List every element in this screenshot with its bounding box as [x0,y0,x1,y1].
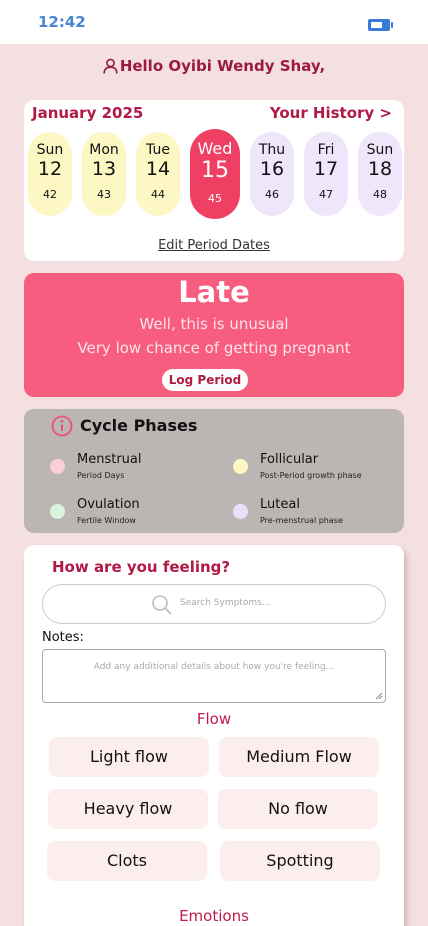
calendar-card: January 2025 Your History > Sun 12 42 Mo… [24,100,404,261]
symptom-search-input[interactable]: Search Symptoms... [42,584,386,624]
calendar-day[interactable]: Mon 13 43 [82,132,126,216]
cycle-day: 45 [208,192,222,205]
calendar-day[interactable]: Tue 14 44 [136,132,180,216]
cycle-day: 46 [265,188,279,201]
day-date: 15 [201,158,229,183]
status-bar: 12:42 [0,0,428,44]
calendar-day[interactable]: Sun 18 48 [358,132,402,216]
period-status-card: Late Well, this is unusual Very low chan… [24,273,404,397]
phase-description: Period Days [77,471,125,480]
phase-color-dot [233,504,248,519]
calendar-day[interactable]: Thu 16 46 [250,132,294,216]
log-period-button[interactable]: Log Period [162,369,248,391]
feelings-card: How are you feeling? Search Symptoms... … [24,545,404,926]
day-date: 16 [259,158,285,180]
cycle-day: 48 [373,188,387,201]
resize-handle-icon[interactable] [375,692,383,700]
cycle-day: 47 [319,188,333,201]
day-date: 12 [37,158,63,180]
notes-label: Notes: [42,630,84,645]
flow-option-none[interactable]: No flow [218,789,378,829]
edit-period-dates-link[interactable]: Edit Period Dates [24,238,404,253]
info-icon[interactable] [51,415,73,437]
day-date: 18 [367,158,393,180]
cycle-day: 44 [151,188,165,201]
cycle-day: 43 [97,188,111,201]
phase-description: Pre-menstrual phase [260,516,343,525]
flow-option-medium[interactable]: Medium Flow [219,737,379,777]
user-icon [103,58,118,74]
greeting: Hello Oyibi Wendy Shay, [0,57,428,75]
flow-option-light[interactable]: Light flow [49,737,209,777]
emotions-section-label: Emotions [179,907,249,925]
calendar-day-selected[interactable]: Wed 15 45 [190,129,240,219]
phase-name: Follicular [260,452,319,467]
notes-placeholder: Add any additional details about how you… [93,662,335,672]
day-date: 13 [91,158,117,180]
day-name: Fri [317,142,335,158]
day-name: Wed [197,139,233,158]
phase-color-dot [233,459,248,474]
day-name: Mon [89,142,119,158]
day-name: Tue [146,142,170,158]
calendar-day[interactable]: Sun 12 42 [28,132,72,216]
status-pregnancy-chance: Very low chance of getting pregnant [77,339,351,357]
flow-option-spotting[interactable]: Spotting [220,841,380,881]
phase-description: Post-Period growth phase [260,471,362,480]
flow-option-clots[interactable]: Clots [47,841,207,881]
phase-color-dot [50,459,65,474]
day-name: Sun [366,142,394,158]
day-name: Sun [36,142,64,158]
day-date: 14 [145,158,171,180]
search-placeholder: Search Symptoms... [180,598,271,608]
cycle-phases-card: Cycle Phases Menstrual Period Days Folli… [24,409,404,533]
day-name: Thu [258,142,286,158]
notes-textarea[interactable]: Add any additional details about how you… [42,649,386,703]
day-date: 17 [313,158,339,180]
phase-color-dot [50,504,65,519]
search-icon [152,595,172,615]
history-link[interactable]: Your History > [270,104,392,122]
feelings-title: How are you feeling? [52,558,231,576]
phase-name: Menstrual [77,452,142,467]
cycle-phases-title: Cycle Phases [80,416,198,435]
flow-option-heavy[interactable]: Heavy flow [48,789,208,829]
calendar-day[interactable]: Fri 17 47 [304,132,348,216]
phase-name: Ovulation [77,497,140,512]
cycle-day: 42 [43,188,57,201]
status-time: 12:42 [38,13,86,31]
greeting-text: Hello Oyibi Wendy Shay, [119,57,326,75]
battery-icon [368,19,393,31]
status-message: Well, this is unusual [139,315,289,333]
phase-name: Luteal [260,497,300,512]
calendar-month: January 2025 [32,104,144,122]
flow-section-label: Flow [196,710,232,728]
status-title: Late [178,275,250,309]
phase-description: Fertile Window [77,516,136,525]
